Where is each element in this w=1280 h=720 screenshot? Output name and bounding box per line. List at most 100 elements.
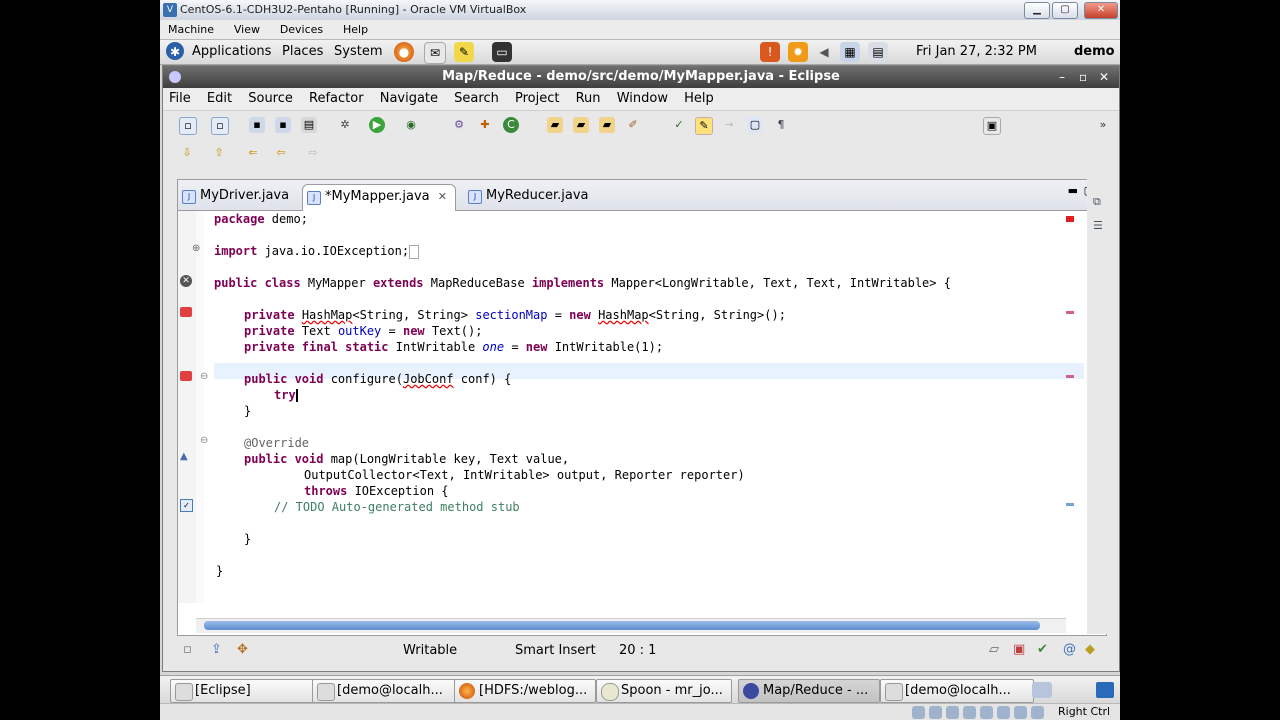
menu-project[interactable]: Project [509, 88, 565, 110]
panel-places[interactable]: Places [282, 44, 323, 59]
maximize-button[interactable]: ▢ [1052, 2, 1078, 19]
panel-clock[interactable]: Fri Jan 27, 2:32 PM [916, 44, 1037, 59]
update-icon[interactable]: ✹ [788, 42, 808, 62]
next-edit-icon[interactable]: ⇩ [179, 145, 195, 161]
eclipse-minimize-button[interactable]: – [1059, 66, 1065, 88]
run-icon[interactable]: ▶ [369, 117, 385, 133]
new-java-project-icon[interactable]: ⚙ [451, 117, 467, 133]
tasks-icon[interactable]: ▱ [989, 642, 999, 657]
error-lightbulb-icon[interactable] [180, 371, 192, 381]
collapse-icon[interactable]: ⊖ [200, 371, 208, 382]
overview-marker[interactable] [1066, 375, 1074, 378]
task-spoon[interactable]: Spoon - mr_jo... [596, 679, 732, 703]
save-icon[interactable]: ▪ [249, 117, 265, 133]
task-terminal-2[interactable]: [demo@localh... [880, 679, 1034, 703]
close-button[interactable]: ✕ [1084, 2, 1118, 19]
overview-error-marker[interactable] [1066, 216, 1074, 222]
javadoc-icon[interactable]: ✔ [1037, 642, 1048, 657]
next-annotation-icon[interactable]: → [721, 117, 737, 133]
panel-system[interactable]: System [334, 44, 382, 59]
new-icon[interactable]: ▫ [179, 117, 197, 135]
outline-view-icon[interactable]: ☰ [1093, 219, 1103, 232]
open-type-icon[interactable]: ▰ [547, 117, 563, 133]
forward-icon[interactable]: ⇨ [305, 145, 321, 161]
task-hdfs[interactable]: [HDFS:/weblog... [454, 679, 596, 703]
firefox-icon[interactable]: ● [394, 42, 414, 62]
menu-edit[interactable]: Edit [201, 88, 238, 110]
highlight-icon[interactable]: ✎ [695, 117, 713, 135]
overview-marker[interactable] [1066, 311, 1074, 314]
workspace-2[interactable] [1096, 682, 1114, 698]
menu-devices[interactable]: Devices [280, 20, 323, 39]
alert-icon[interactable]: ! [760, 42, 780, 62]
task-terminal-1[interactable]: [demo@localh... [312, 679, 456, 703]
display-icon[interactable]: ▤ [868, 42, 888, 62]
fast-view-icon[interactable]: ▫ [183, 642, 192, 657]
external-tools-icon[interactable]: ◉ [403, 117, 419, 133]
right-trim: ⧉ ☰ [1087, 179, 1115, 634]
show-whitespace-icon[interactable]: ▢ [747, 117, 763, 133]
new-package-icon[interactable]: ▫ [211, 117, 229, 135]
menu-refactor[interactable]: Refactor [303, 88, 370, 110]
task-eclipse[interactable]: [Eclipse] [170, 679, 318, 703]
menu-help[interactable]: Help [343, 20, 368, 39]
print-icon[interactable]: ▤ [301, 117, 317, 133]
last-edit-icon[interactable]: ⇐ [245, 145, 261, 161]
eclipse-maximize-button[interactable]: ▫ [1079, 66, 1087, 88]
menu-search[interactable]: Search [448, 88, 505, 110]
server-icon[interactable]: ⇪ [211, 642, 222, 657]
tab-mydriver[interactable]: J MyDriver.java [178, 184, 297, 210]
console-icon[interactable]: ✥ [237, 642, 248, 657]
toggle-mark-icon[interactable]: ✓ [671, 117, 687, 133]
horizontal-scroll-thumb[interactable] [204, 621, 1040, 630]
notes-icon[interactable]: ✎ [454, 42, 474, 62]
code-area[interactable]: package demo; import java.io.IOException… [214, 211, 1084, 603]
back-icon[interactable]: ⇦ [273, 145, 289, 161]
editor-minimize-icon[interactable]: ▬ [1068, 184, 1078, 197]
workspace-switcher[interactable] [1032, 682, 1052, 698]
horizontal-scrollbar[interactable] [196, 618, 1066, 633]
tab-mymapper[interactable]: J *MyMapper.java ✕ [302, 184, 456, 211]
problems-icon[interactable]: ▣ [1013, 642, 1025, 657]
pen-icon[interactable]: ✐ [625, 117, 641, 133]
menu-navigate[interactable]: Navigate [374, 88, 444, 110]
vm-device-icons[interactable] [912, 704, 1048, 720]
debug-icon[interactable]: ✲ [337, 117, 353, 133]
menu-machine[interactable]: Machine [168, 20, 214, 39]
more-toolbar-icon[interactable]: » [1095, 117, 1111, 133]
error-marker-icon[interactable]: ✕ [180, 275, 192, 287]
network-icon[interactable]: ▦ [840, 42, 860, 62]
volume-icon[interactable]: ◀ [814, 42, 834, 62]
menu-run[interactable]: Run [570, 88, 607, 110]
collapse-icon[interactable]: ⊖ [200, 435, 208, 446]
pilcrow-icon[interactable]: ¶ [773, 117, 789, 133]
new-class-c-icon[interactable]: C [503, 117, 519, 133]
expand-imports-icon[interactable]: ⊕ [192, 243, 200, 254]
panel-applications[interactable]: Applications [192, 44, 271, 59]
save-all-icon[interactable]: ▪ [275, 117, 291, 133]
menu-window[interactable]: Window [611, 88, 674, 110]
eclipse-close-button[interactable]: ✕ [1099, 66, 1109, 88]
new-class-icon[interactable]: ✚ [477, 117, 493, 133]
menu-source[interactable]: Source [242, 88, 299, 110]
progress-icon[interactable]: ◆ [1085, 642, 1095, 657]
open-perspective-icon[interactable]: ▣ [983, 117, 1001, 135]
menu-view[interactable]: View [234, 20, 260, 39]
terminal-icon[interactable]: ▭ [492, 42, 512, 62]
overview-marker[interactable] [1066, 503, 1074, 506]
declaration-icon[interactable]: @ [1063, 642, 1076, 657]
menu-help-eclipse[interactable]: Help [678, 88, 720, 110]
menu-file[interactable]: File [163, 88, 197, 110]
email-icon[interactable]: ✉ [424, 42, 446, 64]
prev-edit-icon[interactable]: ⇧ [211, 145, 227, 161]
open-task-icon[interactable]: ▰ [573, 117, 589, 133]
minimize-button[interactable]: ▁ [1024, 2, 1050, 19]
restore-view-icon[interactable]: ⧉ [1093, 195, 1101, 209]
task-marker-icon[interactable]: ✓ [180, 499, 193, 512]
close-tab-icon[interactable]: ✕ [438, 190, 447, 203]
panel-user[interactable]: demo [1074, 44, 1115, 59]
task-eclipse-mapreduce[interactable]: Map/Reduce - ... [738, 679, 880, 703]
warning-marker-icon[interactable] [180, 307, 192, 317]
tab-myreducer[interactable]: J MyReducer.java [464, 184, 597, 210]
search-icon[interactable]: ▰ [599, 117, 615, 133]
